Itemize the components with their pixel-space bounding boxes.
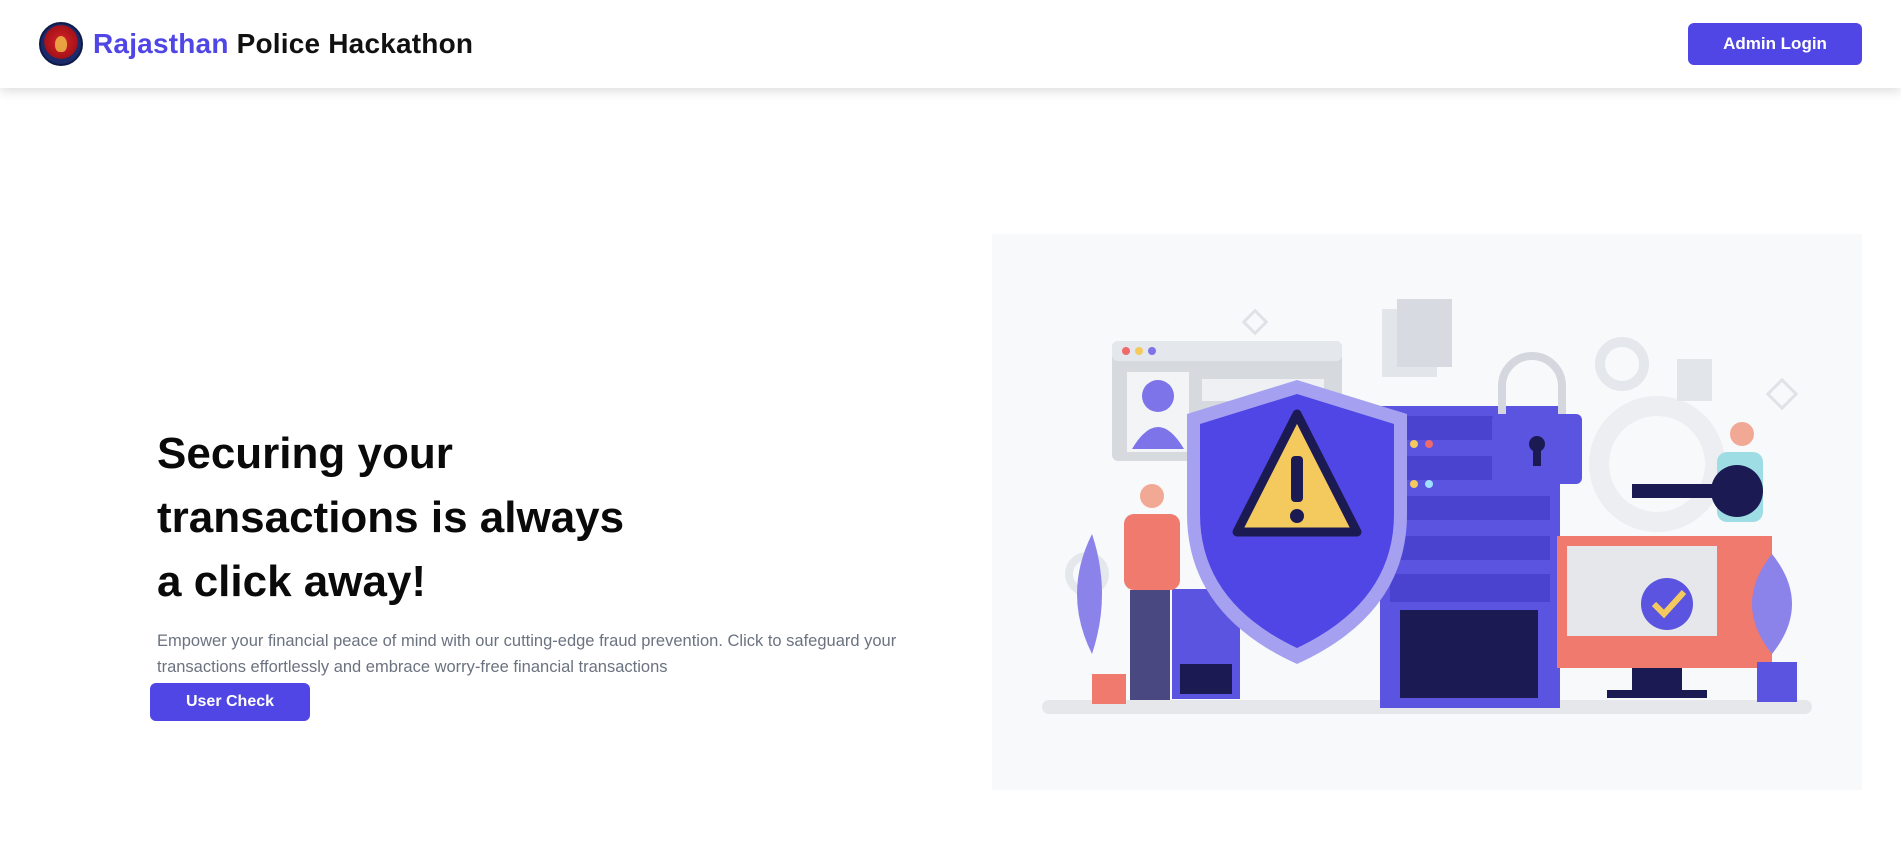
monitor-base — [1607, 690, 1707, 698]
navbar: Rajasthan Police Hackathon Admin Login — [0, 0, 1901, 88]
brand-title: Rajasthan Police Hackathon — [93, 28, 473, 60]
brand-title-rest: Police Hackathon — [228, 28, 474, 59]
padlock-shackle — [1498, 352, 1566, 414]
admin-login-button[interactable]: Admin Login — [1688, 23, 1862, 65]
gear-icon — [1595, 337, 1649, 391]
illustration-svg — [1042, 299, 1812, 714]
user-avatar-icon — [1142, 380, 1174, 412]
warning-exclamation — [1291, 456, 1303, 502]
server-grille — [1400, 610, 1538, 698]
plant-icon — [1077, 534, 1102, 654]
server-led — [1410, 480, 1418, 488]
hero-title-line-2: transactions is always — [157, 493, 625, 542]
diamond-icon — [1765, 377, 1799, 411]
person-icon — [1730, 422, 1754, 446]
rajasthan-police-emblem-icon — [39, 22, 83, 66]
hero-title-line-1: Securing your — [157, 429, 453, 478]
monitor-screen — [1567, 546, 1717, 636]
server-led — [1410, 440, 1418, 448]
gear-icon — [1589, 396, 1725, 532]
hero-description: Empower your financial peace of mind wit… — [157, 632, 897, 676]
brand[interactable]: Rajasthan Police Hackathon — [39, 22, 473, 66]
hero-title-line-3: a click away! — [157, 557, 427, 606]
server-slot — [1390, 574, 1550, 602]
keyhole-slot — [1533, 446, 1541, 466]
document-icon — [1397, 299, 1452, 367]
window-dot-purple — [1148, 347, 1156, 355]
window-dot-yellow — [1135, 347, 1143, 355]
hero-text-section: Securing your transactions is always a c… — [150, 422, 937, 721]
key-bow — [1711, 465, 1763, 517]
security-shield-warning-illustration — [992, 234, 1862, 790]
server-led — [1425, 440, 1433, 448]
diamond-icon — [1241, 308, 1269, 336]
person-legs — [1130, 590, 1170, 700]
server-slot — [1390, 496, 1550, 520]
plant-pot — [1757, 662, 1797, 702]
checkmark-icon — [1641, 578, 1693, 630]
profile-card-titlebar — [1112, 341, 1342, 361]
monitor-stand — [1632, 668, 1682, 690]
server-grille — [1180, 664, 1232, 694]
hero-title: Securing your transactions is always a c… — [157, 422, 637, 614]
document-icon — [1677, 359, 1712, 401]
person-body — [1124, 514, 1180, 590]
warning-dot — [1290, 509, 1304, 523]
person-icon — [1140, 484, 1164, 508]
plant-pot — [1092, 674, 1126, 704]
brand-title-accent: Rajasthan — [93, 28, 229, 59]
window-dot-red — [1122, 347, 1130, 355]
server-slot — [1390, 536, 1550, 560]
server-led — [1425, 480, 1433, 488]
user-check-button[interactable]: User Check — [150, 683, 310, 721]
